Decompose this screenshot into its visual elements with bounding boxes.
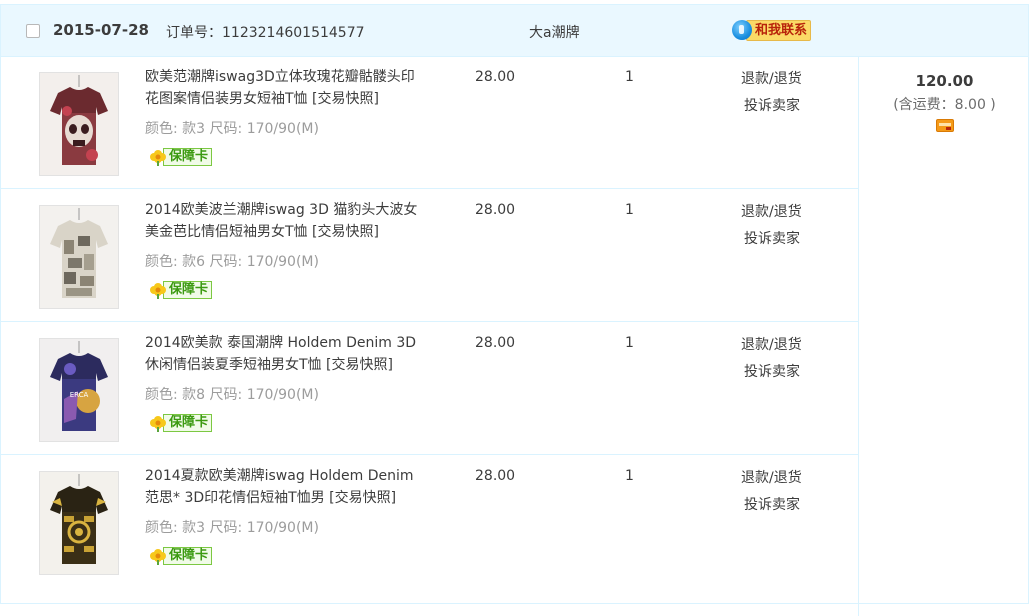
product-specs: 颜色: 款3 尺码: 170/90(M) (145, 520, 319, 536)
quantity: 1 (625, 468, 634, 484)
refund-return-link[interactable]: 退款/退货 (741, 467, 802, 487)
aliwangwang-icon (732, 20, 752, 40)
shop-name-link[interactable]: 大a潮牌 (529, 22, 580, 42)
quantity: 1 (625, 202, 634, 218)
product-thumbnail[interactable] (39, 205, 119, 309)
product-specs: 颜色: 款6 尺码: 170/90(M) (145, 254, 319, 270)
guarantee-flower-icon (150, 549, 166, 565)
order-total: 120.00 (915, 72, 974, 90)
tshirt-image: ERCA (40, 339, 118, 441)
refund-return-link[interactable]: 退款/退货 (741, 68, 802, 88)
unit-price: 28.00 (475, 468, 516, 484)
guarantee-card-label: 保障卡 (163, 414, 213, 432)
order-date: 2015-07-28 (53, 21, 149, 39)
unit-price: 28.00 (475, 335, 516, 351)
quantity: 1 (625, 335, 634, 351)
guarantee-card-label: 保障卡 (163, 547, 213, 565)
product-title[interactable]: 2014欧美波兰潮牌iswag 3D 猫豹头大波女美金芭比情侣短袖男女T恤 [交… (145, 199, 425, 243)
complain-seller-link[interactable]: 投诉卖家 (744, 494, 800, 514)
product-thumbnail[interactable] (39, 471, 119, 575)
contact-seller-button[interactable]: 和我联系 (732, 19, 812, 41)
credit-card-icon[interactable] (936, 119, 954, 132)
order-total-column: 120.00 (含运费：8.00 ) (858, 56, 1030, 616)
unit-price: 28.00 (475, 202, 516, 218)
order-number-label: 订单号： (166, 25, 222, 41)
order-item-row: 欧美范潮牌iswag3D立体玫瑰花瓣骷髅头印花图案情侣装男女短袖T恤 [交易快照… (1, 56, 858, 189)
tshirt-image (40, 472, 118, 574)
refund-return-link[interactable]: 退款/退货 (741, 334, 802, 354)
product-title-link[interactable]: 2014欧美波兰潮牌iswag 3D 猫豹头大波女美金芭比情侣短袖男女T恤 [交… (145, 202, 417, 240)
guarantee-card-badge[interactable]: 保障卡 (149, 413, 213, 433)
product-title-link[interactable]: 2014夏款欧美潮牌iswag Holdem Denim 范思* 3D印花情侣短… (145, 468, 414, 506)
order-checkbox[interactable] (26, 24, 40, 38)
order-card: 2015-07-28 订单号：1123214601514577 大a潮牌 和我联… (0, 4, 1029, 616)
contact-seller-label: 和我联系 (746, 19, 812, 41)
complain-seller-link[interactable]: 投诉卖家 (744, 95, 800, 115)
product-specs: 颜色: 款3 尺码: 170/90(M) (145, 121, 319, 137)
product-title-link[interactable]: 2014欧美款 泰国潮牌 Holdem Denim 3D 休闲情侣装夏季短袖男女… (145, 335, 416, 373)
order-header: 2015-07-28 订单号：1123214601514577 大a潮牌 和我联… (1, 5, 1028, 57)
product-title[interactable]: 2014欧美款 泰国潮牌 Holdem Denim 3D 休闲情侣装夏季短袖男女… (145, 332, 425, 376)
product-title-link[interactable]: 欧美范潮牌iswag3D立体玫瑰花瓣骷髅头印花图案情侣装男女短袖T恤 [交易快照… (145, 69, 415, 107)
product-thumbnail[interactable]: ERCA (39, 338, 119, 442)
order-number-value: 1123214601514577 (222, 25, 365, 41)
tshirt-image (40, 73, 118, 175)
guarantee-card-badge[interactable]: 保障卡 (149, 147, 213, 167)
product-title[interactable]: 2014夏款欧美潮牌iswag Holdem Denim 范思* 3D印花情侣短… (145, 465, 425, 509)
svg-text:ERCA: ERCA (70, 391, 89, 399)
order-item-row: ERCA 2014欧美款 泰国潮牌 Holdem Denim 3D 休闲情侣装夏… (1, 322, 858, 455)
complain-seller-link[interactable]: 投诉卖家 (744, 361, 800, 381)
order-item-row: 2014夏款欧美潮牌iswag Holdem Denim 范思* 3D印花情侣短… (1, 455, 858, 588)
tshirt-image (40, 206, 118, 308)
order-item-row: 2014欧美波兰潮牌iswag 3D 猫豹头大波女美金芭比情侣短袖男女T恤 [交… (1, 189, 858, 322)
order-number: 订单号：1123214601514577 (166, 22, 365, 42)
product-title[interactable]: 欧美范潮牌iswag3D立体玫瑰花瓣骷髅头印花图案情侣装男女短袖T恤 [交易快照… (145, 66, 425, 110)
unit-price: 28.00 (475, 69, 516, 85)
product-specs: 颜色: 款8 尺码: 170/90(M) (145, 387, 319, 403)
complain-seller-link[interactable]: 投诉卖家 (744, 228, 800, 248)
guarantee-flower-icon (150, 283, 166, 299)
guarantee-flower-icon (150, 416, 166, 432)
refund-return-link[interactable]: 退款/退货 (741, 201, 802, 221)
shipping-fee: (含运费：8.00 ) (893, 97, 996, 113)
guarantee-flower-icon (150, 150, 166, 166)
guarantee-card-label: 保障卡 (163, 148, 213, 166)
quantity: 1 (625, 69, 634, 85)
guarantee-card-label: 保障卡 (163, 281, 213, 299)
guarantee-card-badge[interactable]: 保障卡 (149, 546, 213, 566)
guarantee-card-badge[interactable]: 保障卡 (149, 280, 213, 300)
product-thumbnail[interactable] (39, 72, 119, 176)
